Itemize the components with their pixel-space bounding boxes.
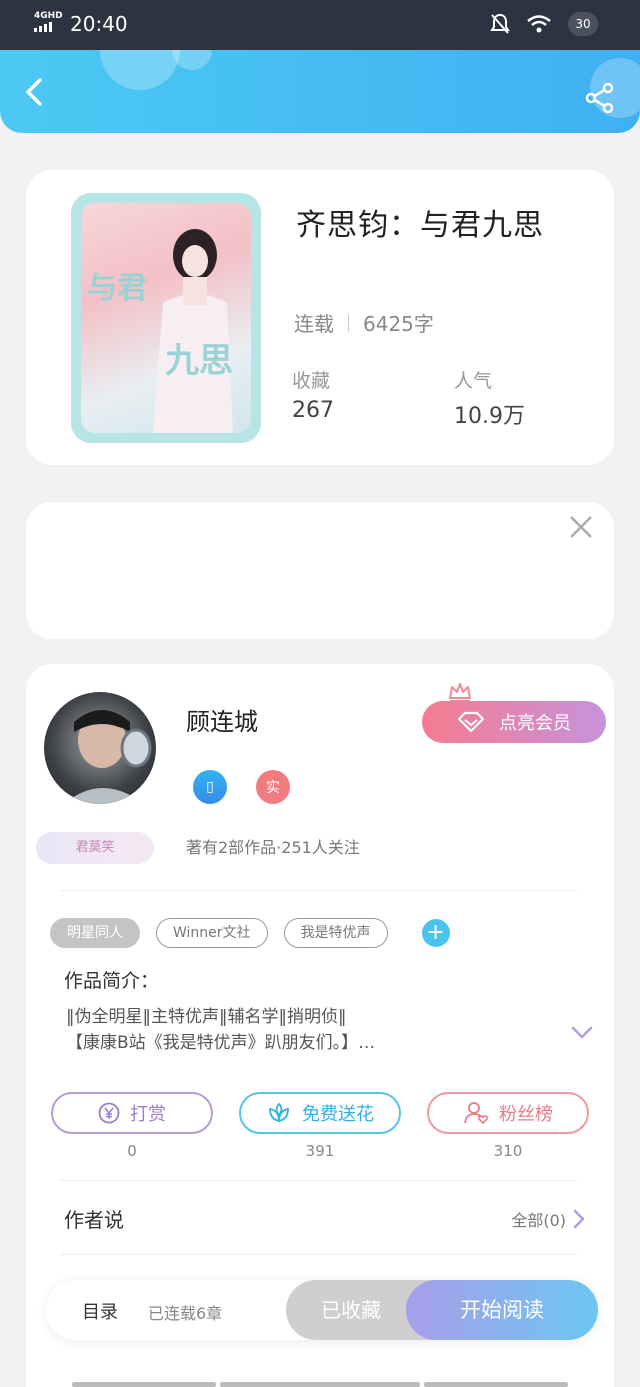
wifi-icon bbox=[527, 15, 551, 33]
section-divider bbox=[60, 1180, 578, 1181]
bottom-action-bar: 目录 已连载6章 已收藏 开始阅读 bbox=[46, 1280, 598, 1340]
author-name: 顾连城 bbox=[186, 708, 258, 736]
popularity-value: 10.9万 bbox=[454, 404, 525, 429]
send-flower-button[interactable]: 免费送花 bbox=[239, 1092, 401, 1134]
author-level-badge: 君莫笑 bbox=[36, 832, 154, 864]
close-icon[interactable] bbox=[568, 514, 594, 540]
decor-bubble bbox=[100, 50, 180, 90]
tag-item[interactable]: Winner文社 bbox=[156, 918, 268, 948]
popularity-label: 人气 bbox=[454, 370, 493, 392]
nav-indicator bbox=[424, 1382, 568, 1387]
intro-line: ‖伪全明星‖主特优声‖辅名学‖捎明侦‖ bbox=[66, 1007, 347, 1027]
avatar-image bbox=[64, 710, 152, 804]
table-of-contents-button[interactable]: 目录 bbox=[82, 1298, 118, 1324]
real-name-badge[interactable]: 实 bbox=[256, 770, 290, 804]
collected-label: 已收藏 bbox=[321, 1298, 381, 1322]
reward-button[interactable]: 打赏 bbox=[51, 1092, 213, 1134]
phone-verified-badge[interactable]: ▯ bbox=[193, 770, 227, 804]
crown-icon bbox=[449, 683, 471, 702]
ad-banner-card bbox=[26, 502, 614, 639]
cover-title-text: 与君 bbox=[87, 271, 147, 306]
chevron-right-icon bbox=[573, 1209, 585, 1228]
meta-divider bbox=[348, 313, 349, 332]
battery-indicator: 30 bbox=[568, 12, 598, 36]
section-divider bbox=[60, 1254, 578, 1255]
reward-count: 0 bbox=[127, 1142, 137, 1160]
vip-button-label: 点亮会员 bbox=[499, 713, 571, 734]
diamond-icon bbox=[457, 711, 485, 733]
cover-artwork: 与君 九思 bbox=[81, 203, 251, 433]
fans-ranking-button[interactable]: 粉丝榜 bbox=[427, 1092, 589, 1134]
author-card: 顾连城 ▯ 实 点亮会员 君莫笑 著有2部作品·251人关注 明星同人 Winn… bbox=[26, 664, 614, 1387]
avatar[interactable] bbox=[44, 692, 156, 804]
fans-ranking-label: 粉丝榜 bbox=[499, 1104, 553, 1125]
favorites-label: 收藏 bbox=[292, 370, 331, 392]
serial-status: 连载 bbox=[294, 312, 334, 336]
author-stats: 著有2部作品·251人关注 bbox=[186, 838, 360, 857]
intro-text: ‖伪全明星‖主特优声‖辅名学‖捎明侦‖ 【康康B站《我是特优声》趴朋友们。】… bbox=[66, 1004, 516, 1056]
back-arrow-icon[interactable] bbox=[18, 76, 50, 108]
book-title: 齐思钧：与君九思 bbox=[296, 208, 544, 243]
network-type: 4GHD bbox=[34, 11, 63, 21]
fans-icon bbox=[464, 1102, 489, 1125]
send-flower-label: 免费送花 bbox=[302, 1104, 374, 1125]
word-count: 6425字 bbox=[363, 312, 434, 336]
top-header bbox=[0, 50, 640, 133]
add-tag-button[interactable]: + bbox=[421, 919, 450, 947]
intro-heading: 作品简介： bbox=[64, 970, 160, 992]
chapter-count: 已连载6章 bbox=[148, 1304, 223, 1323]
tag-item[interactable]: 我是特优声 bbox=[283, 918, 388, 948]
book-meta: 连载 6425字 bbox=[294, 308, 434, 337]
author-says-title: 作者说 bbox=[64, 1208, 124, 1232]
author-says-more: 全部(0) bbox=[511, 1207, 586, 1231]
share-icon[interactable] bbox=[584, 82, 616, 114]
cover-figure-image bbox=[153, 229, 233, 433]
intro-line: 【康康B站《我是特优声》趴朋友们。】… bbox=[66, 1033, 376, 1053]
signal-icon bbox=[34, 22, 52, 32]
cover-title-text: 九思 bbox=[165, 341, 233, 381]
flower-icon bbox=[269, 1102, 289, 1123]
author-says-row[interactable]: 作者说 全部(0) bbox=[64, 1204, 586, 1233]
tag-list: 明星同人 Winner文社 我是特优声 + bbox=[50, 918, 450, 948]
nav-indicator bbox=[72, 1382, 216, 1387]
start-reading-button[interactable]: 开始阅读 bbox=[406, 1280, 598, 1340]
status-bar: 4GHD 20:40 30 bbox=[0, 0, 640, 50]
fans-count: 310 bbox=[493, 1142, 523, 1160]
book-info-card: 与君 九思 齐思钧：与君九思 连载 6425字 收藏 267 人气 10.9万 bbox=[26, 170, 614, 465]
decor-bubble bbox=[172, 50, 212, 70]
flower-count: 391 bbox=[305, 1142, 335, 1160]
chevron-down-icon[interactable] bbox=[570, 1020, 594, 1044]
reward-label: 打赏 bbox=[130, 1104, 166, 1125]
mute-bell-icon bbox=[490, 13, 510, 34]
clock: 20:40 bbox=[70, 12, 128, 36]
section-divider bbox=[60, 890, 578, 891]
book-cover[interactable]: 与君 九思 bbox=[71, 193, 261, 443]
nav-indicator bbox=[220, 1382, 420, 1387]
favorites-value: 267 bbox=[292, 398, 334, 423]
vip-member-button[interactable]: 点亮会员 bbox=[422, 701, 606, 743]
author-says-count: 全部(0) bbox=[511, 1210, 566, 1230]
yen-icon bbox=[98, 1102, 120, 1124]
tag-item[interactable]: 明星同人 bbox=[50, 918, 140, 948]
